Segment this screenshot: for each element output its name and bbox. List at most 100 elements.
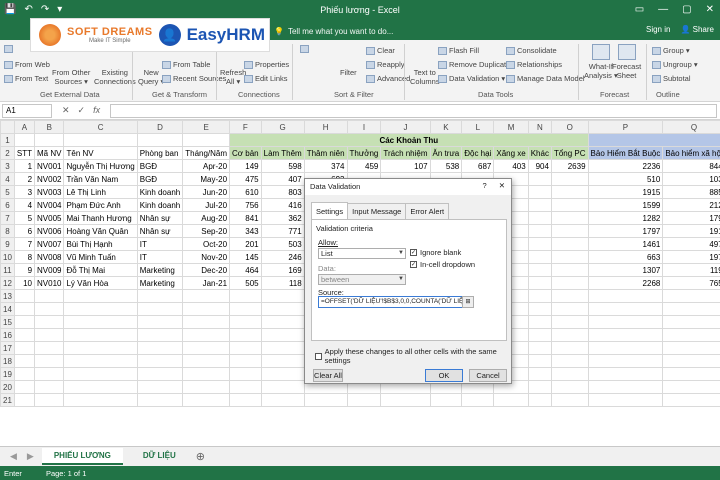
row-header[interactable]: 3 [0, 159, 15, 173]
cell[interactable] [550, 185, 589, 199]
section-header-thu[interactable]: Các Khoản Thu [229, 133, 589, 147]
cell[interactable]: Apr-20 [182, 159, 231, 173]
cell[interactable]: 598 [260, 159, 305, 173]
cell[interactable] [587, 341, 664, 355]
cell[interactable]: 687 [461, 159, 495, 173]
cell[interactable]: 2268 [587, 276, 664, 290]
ungroup-button[interactable]: Ungroup ▾ [652, 60, 698, 70]
cell[interactable] [550, 237, 589, 251]
row-header[interactable]: 1 [0, 133, 15, 147]
cell[interactable] [346, 393, 382, 407]
cell[interactable] [182, 354, 231, 368]
cell[interactable]: NV003 [34, 185, 65, 199]
cell[interactable] [527, 263, 552, 277]
group-button[interactable]: Group ▾ [652, 46, 690, 56]
cell[interactable]: 246 [260, 250, 305, 264]
cell[interactable]: 663 [587, 250, 664, 264]
column-header[interactable]: M [493, 120, 529, 134]
cell[interactable] [229, 289, 262, 303]
cell[interactable] [63, 380, 138, 394]
cell[interactable]: 169 [260, 263, 305, 277]
cell[interactable]: 4 [13, 198, 36, 212]
cell[interactable] [550, 289, 589, 303]
cell[interactable] [260, 289, 305, 303]
cell[interactable] [34, 393, 65, 407]
enter-icon[interactable]: ✓ [78, 105, 86, 116]
cell[interactable] [229, 393, 262, 407]
cell[interactable]: 475 [229, 172, 262, 186]
range-select-icon[interactable]: ⊞ [462, 296, 474, 308]
cell[interactable]: 191 [662, 224, 720, 238]
cell[interactable] [229, 367, 262, 381]
header-cell[interactable]: Khác [527, 146, 552, 160]
cell[interactable]: NV001 [34, 159, 65, 173]
cell[interactable]: Marketing [136, 263, 184, 277]
properties-button[interactable]: Properties [244, 60, 289, 70]
cell[interactable] [527, 276, 552, 290]
ribbon-display-icon[interactable]: ▭ [635, 4, 644, 15]
cell[interactable] [550, 393, 589, 407]
cell[interactable] [136, 354, 184, 368]
cell[interactable] [527, 367, 552, 381]
cell[interactable] [587, 380, 664, 394]
cell[interactable]: 904 [527, 159, 552, 173]
cell[interactable] [13, 133, 36, 147]
cell[interactable]: IT [136, 237, 184, 251]
cell[interactable] [182, 367, 231, 381]
cell[interactable]: Trần Văn Nam [63, 172, 138, 186]
close-icon[interactable]: ✕ [499, 181, 505, 190]
header-cell[interactable]: Thâm niên [303, 146, 348, 160]
forecast-sheet-button[interactable]: Forecast Sheet [612, 44, 641, 80]
cell[interactable] [136, 289, 184, 303]
cell[interactable]: 464 [229, 263, 262, 277]
cell[interactable]: 10 [13, 276, 36, 290]
cell[interactable] [63, 354, 138, 368]
cell[interactable]: 107 [380, 159, 431, 173]
cell[interactable] [550, 380, 589, 394]
row-header[interactable]: 19 [0, 367, 15, 381]
row-header[interactable]: 4 [0, 172, 15, 186]
cell[interactable]: 2639 [550, 159, 589, 173]
cell[interactable] [587, 328, 664, 342]
cell[interactable] [662, 289, 720, 303]
cell[interactable] [587, 393, 664, 407]
cell[interactable]: Jul-20 [182, 198, 231, 212]
tab-input-message[interactable]: Input Message [347, 203, 407, 219]
cell[interactable] [136, 367, 184, 381]
row-header[interactable]: 17 [0, 341, 15, 355]
cell[interactable]: Hoàng Văn Quân [63, 224, 138, 238]
cell[interactable] [493, 393, 529, 407]
cell[interactable]: Jun-20 [182, 185, 231, 199]
clear-all-button[interactable]: Clear All [313, 369, 343, 382]
consolidate-button[interactable]: Consolidate [506, 46, 557, 56]
cell[interactable]: 1599 [587, 198, 664, 212]
cell[interactable]: 118 [260, 276, 305, 290]
new-sheet-icon[interactable]: ⊕ [196, 450, 205, 463]
remove-duplicates-button[interactable]: Remove Duplicates [438, 60, 514, 70]
header-cell[interactable]: STT [13, 146, 36, 160]
column-header[interactable]: K [429, 120, 463, 134]
row-header[interactable]: 2 [0, 146, 15, 160]
cell[interactable]: Nguyễn Thị Hương [63, 159, 138, 173]
cell[interactable]: NV004 [34, 198, 65, 212]
from-access-button[interactable] [4, 44, 15, 54]
column-header[interactable]: G [260, 120, 305, 134]
cell[interactable] [550, 198, 589, 212]
cell[interactable] [229, 341, 262, 355]
cell[interactable] [260, 354, 305, 368]
cell[interactable] [550, 224, 589, 238]
column-header[interactable]: J [380, 120, 431, 134]
cell[interactable] [63, 367, 138, 381]
tell-me-box[interactable]: 💡 Tell me what you want to do... [274, 27, 393, 36]
cell[interactable] [136, 393, 184, 407]
relationships-button[interactable]: Relationships [506, 60, 562, 70]
row-header[interactable]: 7 [0, 211, 15, 225]
cell[interactable] [63, 341, 138, 355]
cell[interactable] [13, 328, 36, 342]
cell[interactable] [34, 328, 65, 342]
column-header[interactable]: H [303, 120, 348, 134]
cell[interactable]: Phạm Đức Anh [63, 198, 138, 212]
cell[interactable] [527, 250, 552, 264]
cell[interactable]: 179 [662, 211, 720, 225]
cell[interactable] [34, 354, 65, 368]
